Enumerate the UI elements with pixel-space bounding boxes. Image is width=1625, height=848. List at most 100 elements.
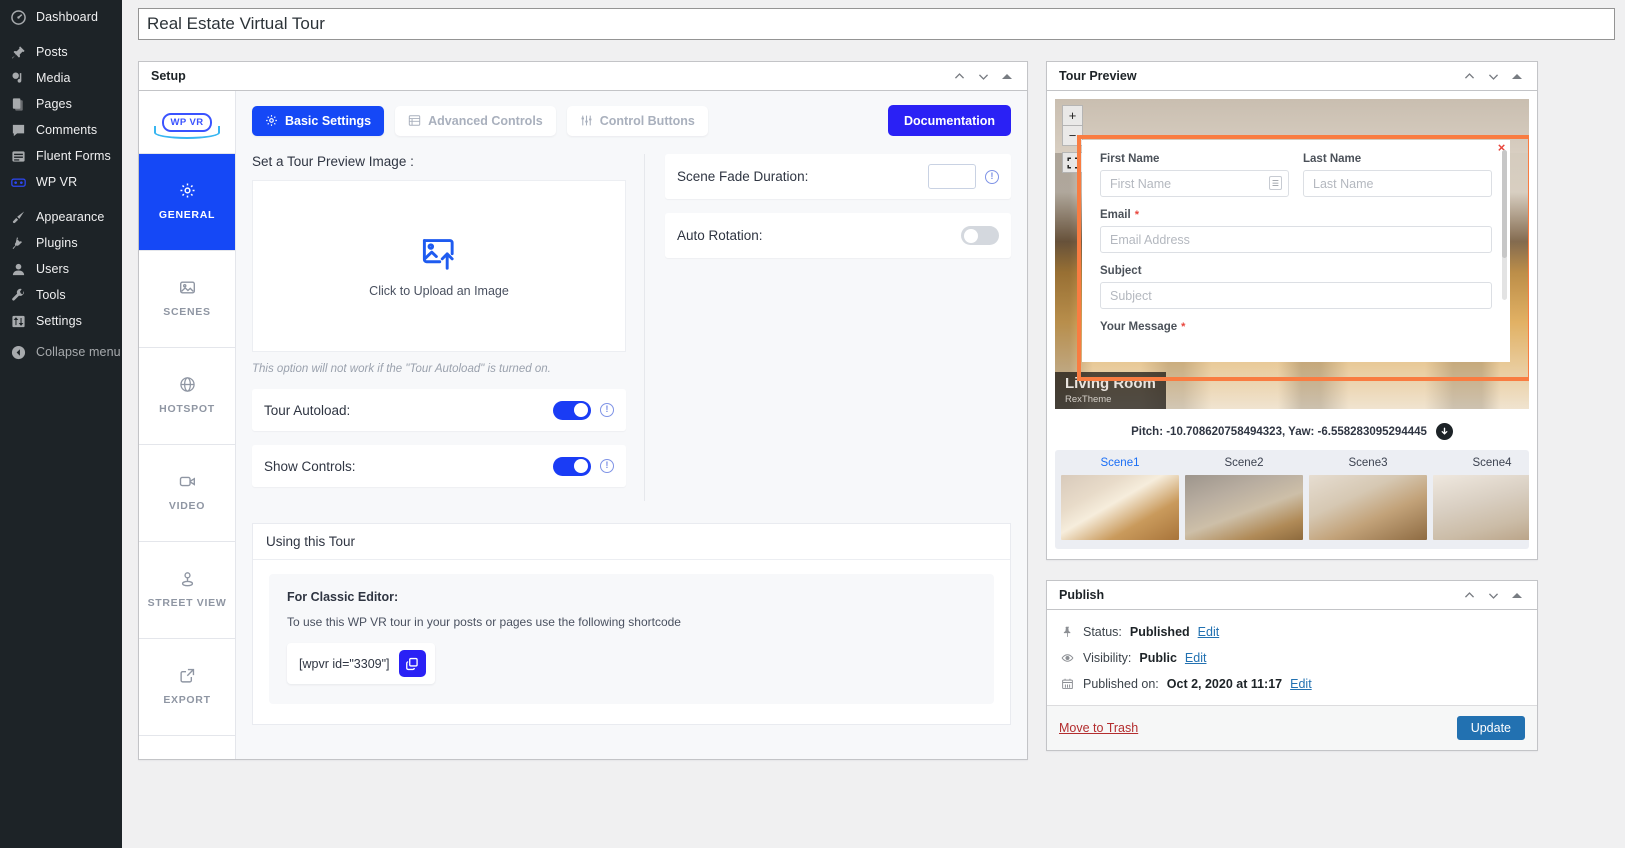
rail-item-general[interactable]: GENERAL	[139, 154, 235, 251]
location-pin-icon	[179, 570, 196, 587]
upload-dropzone-label: Click to Upload an Image	[369, 284, 509, 298]
using-this-tour-title: Using this Tour	[253, 524, 1010, 560]
contact-form-popup: × First Name ☰	[1082, 140, 1510, 362]
publish-date-row: Published on: Oct 2, 2020 at 11:17 Edit	[1059, 671, 1525, 697]
publish-visibility-row: Visibility: Public Edit	[1059, 645, 1525, 671]
required-asterisk: *	[1135, 209, 1139, 221]
equalizer-icon	[580, 114, 593, 127]
post-title-input[interactable]	[138, 8, 1615, 40]
scene-caption-title: Living Room	[1065, 375, 1156, 394]
classic-editor-card: For Classic Editor: To use this WP VR to…	[269, 574, 994, 704]
setup-panel: Setup	[138, 61, 1028, 760]
sidebar-divider	[0, 195, 122, 204]
move-down-icon[interactable]	[1483, 585, 1503, 605]
move-up-icon[interactable]	[1459, 585, 1479, 605]
first-name-input[interactable]	[1100, 170, 1289, 197]
rail-item-street-view[interactable]: STREET VIEW	[139, 542, 235, 639]
rail-item-video[interactable]: VIDEO	[139, 445, 235, 542]
toggle-panel-icon[interactable]	[1507, 66, 1527, 86]
setup-panel-title: Setup	[151, 69, 949, 83]
update-button[interactable]: Update	[1457, 716, 1525, 740]
sidebar-item-tools[interactable]: Tools	[0, 282, 122, 308]
sidebar-item-posts[interactable]: Posts	[0, 39, 122, 65]
last-name-input[interactable]	[1303, 170, 1492, 197]
sidebar-collapse-menu[interactable]: Collapse menu	[0, 339, 122, 365]
move-to-trash-link[interactable]: Move to Trash	[1059, 721, 1138, 735]
sidebar-item-pages[interactable]: Pages	[0, 91, 122, 117]
wpvr-logo: WP VR	[139, 91, 235, 154]
tab-advanced-controls[interactable]: Advanced Controls	[395, 106, 556, 136]
classic-editor-title: For Classic Editor:	[287, 590, 976, 604]
rail-item-hotspot[interactable]: HOTSPOT	[139, 348, 235, 445]
scene-thumbnail-4[interactable]: Scene4	[1433, 457, 1529, 540]
auto-rotation-toggle[interactable]	[961, 226, 999, 245]
publish-date-edit-link[interactable]: Edit	[1290, 677, 1312, 691]
rail-item-label: SCENES	[163, 305, 210, 319]
form-scrollbar[interactable]	[1502, 150, 1507, 300]
pitch-yaw-text: Pitch: -10.708620758494323, Yaw: -6.5582…	[1131, 426, 1427, 438]
show-controls-toggle[interactable]	[553, 457, 591, 476]
sidebar-item-dashboard[interactable]: Dashboard	[0, 4, 122, 30]
sidebar-item-users[interactable]: Users	[0, 256, 122, 282]
sidebar-item-fluent-forms[interactable]: Fluent Forms	[0, 143, 122, 169]
left-column: Setup	[138, 61, 1028, 780]
tab-label: Basic Settings	[285, 114, 371, 128]
move-up-icon[interactable]	[1459, 66, 1479, 86]
upload-dropzone[interactable]: Click to Upload an Image	[252, 180, 626, 352]
preview-image-label: Set a Tour Preview Image :	[252, 154, 626, 169]
shortcode-text[interactable]: [wpvr id="3309"]	[299, 657, 390, 671]
required-asterisk: *	[1181, 321, 1185, 333]
info-icon[interactable]: !	[985, 170, 999, 184]
panorama-stage[interactable]: + − Living Room RexTheme	[1055, 99, 1529, 409]
first-name-group: First Name ☰	[1100, 153, 1289, 197]
info-icon[interactable]: !	[600, 403, 614, 417]
toggle-panel-icon[interactable]	[997, 66, 1017, 86]
tour-autoload-toggle[interactable]	[553, 401, 591, 420]
rail-item-export[interactable]: EXPORT	[139, 639, 235, 736]
address-book-icon[interactable]: ☰	[1269, 176, 1282, 190]
zoom-out-button[interactable]: −	[1062, 125, 1083, 146]
zoom-in-button[interactable]: +	[1062, 105, 1083, 126]
scene-fade-duration-row: Scene Fade Duration: !	[665, 154, 1011, 199]
sidebar-item-appearance[interactable]: Appearance	[0, 204, 122, 230]
publish-visibility-edit-link[interactable]: Edit	[1185, 651, 1207, 665]
email-input[interactable]	[1100, 226, 1492, 253]
download-arrow-icon[interactable]	[1436, 423, 1453, 440]
tab-basic-settings[interactable]: Basic Settings	[252, 106, 384, 136]
sidebar-item-wp-vr[interactable]: WP VR	[0, 169, 122, 195]
wpvr-logo-label: WP VR	[162, 113, 213, 132]
toggle-panel-icon[interactable]	[1507, 585, 1527, 605]
panorama-zoom-controls: + −	[1062, 105, 1083, 145]
sidebar-item-comments[interactable]: Comments	[0, 117, 122, 143]
publish-header: Publish	[1047, 581, 1537, 610]
documentation-button[interactable]: Documentation	[888, 105, 1011, 136]
tab-control-buttons[interactable]: Control Buttons	[567, 106, 708, 136]
rail-item-scenes[interactable]: SCENES	[139, 251, 235, 348]
sidebar-item-plugins[interactable]: Plugins	[0, 230, 122, 256]
scene-thumbnail-2[interactable]: Scene2	[1185, 457, 1303, 540]
subject-input[interactable]	[1100, 282, 1492, 309]
last-name-group: Last Name	[1303, 153, 1492, 197]
sidebar-item-label: Tools	[36, 288, 66, 302]
sidebar-item-media[interactable]: Media	[0, 65, 122, 91]
fullscreen-button[interactable]	[1062, 152, 1083, 173]
close-icon[interactable]: ×	[1492, 140, 1510, 157]
scene-thumb-image	[1061, 475, 1179, 540]
move-down-icon[interactable]	[973, 66, 993, 86]
setup-panel-header: Setup	[139, 62, 1027, 91]
scene-thumbnail-3[interactable]: Scene3	[1309, 457, 1427, 540]
scene-thumbnail-1[interactable]: Scene1	[1061, 457, 1179, 540]
copy-shortcode-button[interactable]	[399, 650, 426, 677]
scene-fade-duration-input[interactable]	[928, 164, 976, 189]
publish-status-edit-link[interactable]: Edit	[1198, 625, 1220, 639]
info-icon[interactable]: !	[600, 459, 614, 473]
wrench-icon	[10, 287, 27, 304]
last-name-label: Last Name	[1303, 153, 1492, 165]
publish-date-label: Published on:	[1083, 677, 1159, 691]
sidebar-item-settings[interactable]: Settings	[0, 308, 122, 334]
editor-columns: Setup	[138, 61, 1615, 780]
move-up-icon[interactable]	[949, 66, 969, 86]
move-down-icon[interactable]	[1483, 66, 1503, 86]
rail-item-label: VIDEO	[169, 499, 205, 513]
video-icon	[179, 473, 196, 490]
